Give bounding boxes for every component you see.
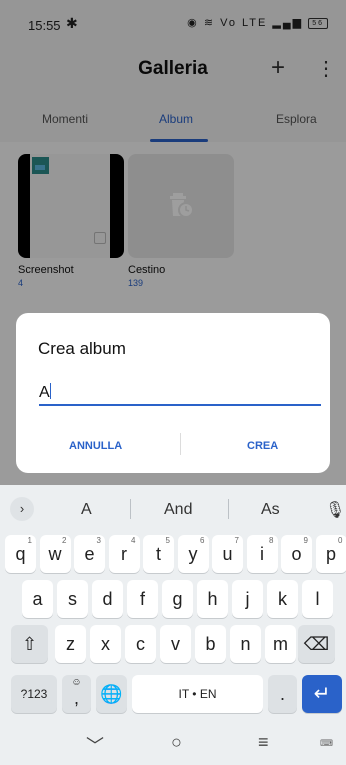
cancel-button[interactable]: ANNULLA	[69, 440, 122, 452]
emoji-comma-key[interactable]: ☺,	[62, 675, 91, 713]
backspace-key[interactable]: ⌫	[298, 625, 335, 663]
key-k[interactable]: k	[267, 580, 298, 618]
suggestion-3[interactable]: As	[261, 501, 280, 519]
key-number-hint: 4	[131, 536, 136, 545]
key-r[interactable]: r4	[108, 535, 140, 573]
key-l[interactable]: l	[302, 580, 333, 618]
key-label: u	[222, 544, 233, 564]
symbols-key[interactable]: ?123	[11, 675, 57, 713]
comma-label: ,	[73, 688, 79, 708]
navigation-bar: ﹀ ○ ≡ ⌨	[0, 721, 346, 765]
key-c[interactable]: c	[125, 625, 156, 663]
suggestion-1[interactable]: A	[81, 501, 92, 519]
key-label: e	[84, 544, 95, 564]
key-label: r	[121, 544, 127, 564]
suggestion-2[interactable]: And	[164, 501, 192, 519]
key-s[interactable]: s	[57, 580, 88, 618]
key-m[interactable]: m	[265, 625, 296, 663]
dialog-title: Crea album	[38, 339, 126, 358]
album-name-input-value: A	[39, 384, 50, 401]
microphone-icon[interactable]: 🎙	[325, 500, 345, 520]
key-o[interactable]: o9	[281, 535, 312, 573]
key-label: t	[155, 544, 161, 564]
key-number-hint: 5	[165, 536, 170, 545]
key-b[interactable]: b	[195, 625, 226, 663]
shift-key[interactable]: ⇧	[11, 625, 48, 663]
key-number-hint: 6	[200, 536, 205, 545]
key-label: p	[325, 544, 336, 564]
create-album-dialog: Crea album A ANNULLA CREA	[16, 313, 330, 473]
suggestion-divider	[130, 499, 131, 519]
key-number-hint: 8	[269, 536, 274, 545]
key-j[interactable]: j	[232, 580, 263, 618]
key-i[interactable]: i8	[246, 535, 278, 573]
key-number-hint: 3	[96, 536, 101, 545]
keyboard-icon[interactable]: ⌨	[320, 738, 334, 749]
key-f[interactable]: f	[127, 580, 158, 618]
key-number-hint: 7	[234, 536, 239, 545]
key-h[interactable]: h	[197, 580, 228, 618]
key-v[interactable]: v	[160, 625, 191, 663]
chevron-right-icon[interactable]: ›	[10, 497, 34, 521]
key-g[interactable]: g	[162, 580, 193, 618]
period-key[interactable]: .	[268, 675, 297, 713]
key-u[interactable]: u7	[212, 535, 243, 573]
key-label: q	[15, 544, 26, 564]
keyboard: › A And As 🎙 q1w2e3r4t5y6u7i8o9p0 asdfgh…	[0, 485, 346, 721]
chevron-down-icon[interactable]: ﹀	[86, 732, 104, 758]
enter-key[interactable]: ↵	[302, 675, 342, 713]
key-label: o	[291, 544, 302, 564]
space-key[interactable]: IT • EN	[132, 675, 263, 713]
key-w[interactable]: w2	[39, 535, 71, 573]
key-z[interactable]: z	[55, 625, 86, 663]
key-number-hint: 9	[303, 536, 308, 545]
globe-icon[interactable]: 🌐	[96, 675, 127, 713]
key-number-hint: 2	[62, 536, 67, 545]
suggestion-bar: › A And As 🎙	[0, 485, 346, 533]
button-divider	[180, 433, 181, 455]
create-button[interactable]: CREA	[247, 440, 278, 452]
key-e[interactable]: e3	[74, 535, 105, 573]
key-n[interactable]: n	[230, 625, 261, 663]
key-d[interactable]: d	[92, 580, 123, 618]
key-q[interactable]: q1	[5, 535, 36, 573]
key-label: w	[48, 544, 62, 564]
key-x[interactable]: x	[90, 625, 121, 663]
menu-lines-icon[interactable]: ≡	[258, 732, 269, 753]
suggestion-divider	[228, 499, 229, 519]
album-name-input[interactable]: A	[39, 376, 321, 406]
key-t[interactable]: t5	[143, 535, 174, 573]
key-label: y	[188, 544, 198, 564]
key-a[interactable]: a	[22, 580, 53, 618]
text-caret	[49, 383, 51, 399]
key-number-hint: 0	[338, 536, 343, 545]
key-label: i	[260, 544, 264, 564]
key-number-hint: 1	[27, 536, 32, 545]
key-p[interactable]: p0	[315, 535, 346, 573]
key-y[interactable]: y6	[177, 535, 209, 573]
home-circle-icon[interactable]: ○	[171, 732, 182, 753]
